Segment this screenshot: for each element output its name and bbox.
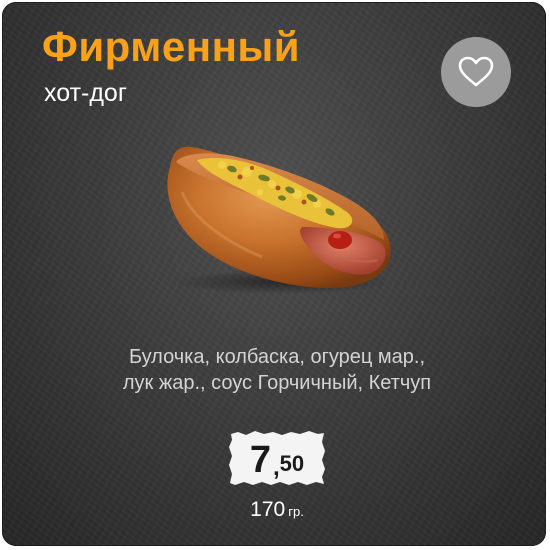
product-card[interactable]: Фирменный хот-дог Булочка, колбаска, огу… <box>2 2 546 546</box>
product-subtitle: хот-дог <box>44 79 127 107</box>
product-weight: 170 гр. <box>202 498 352 522</box>
price-integer: 7 <box>249 439 271 481</box>
ingredients-line: лук жар., соус Горчичный, Кетчуп <box>122 372 432 394</box>
product-title: Фирменный <box>42 23 301 70</box>
price-value: 7 , 50 <box>228 430 326 486</box>
price-decimal: 50 <box>279 451 305 476</box>
hot-dog-image <box>167 146 392 294</box>
price-tag: 7 , 50 <box>228 430 326 486</box>
weight-unit: гр. <box>288 504 304 519</box>
favorite-button[interactable] <box>441 37 511 107</box>
weight-value: 170 <box>250 498 286 521</box>
heart-icon <box>458 56 494 87</box>
ingredients-line: Булочка, колбаска, огурец мар., <box>128 346 426 368</box>
price-separator: , <box>272 454 280 481</box>
product-ingredients: Булочка, колбаска, огурец мар., лук жар.… <box>42 344 512 396</box>
